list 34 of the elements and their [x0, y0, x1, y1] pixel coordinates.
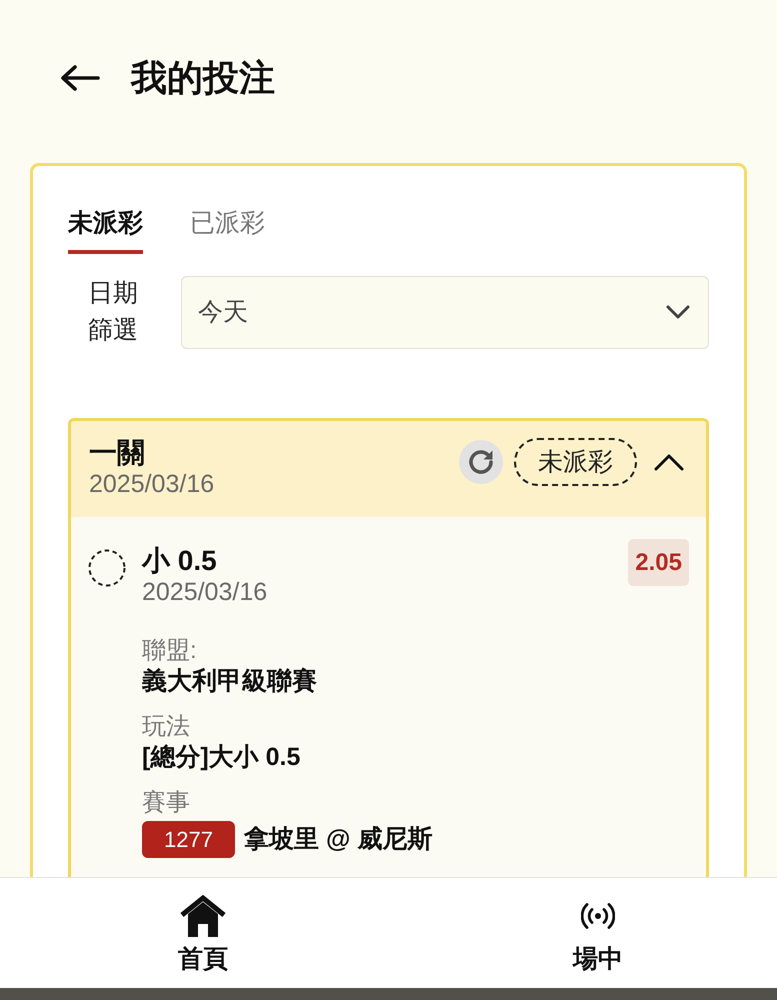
nav-label: 場中: [573, 944, 623, 974]
date-filter-label: 日期篩選: [88, 278, 138, 346]
page-title: 我的投注: [131, 57, 275, 99]
refresh-icon: [466, 447, 496, 477]
match-number-tag: 1277: [142, 821, 235, 858]
nav-label: 首頁: [178, 944, 228, 974]
dashed-circle-icon: [88, 549, 126, 587]
field-label: 玩法: [142, 712, 190, 742]
nav-item[interactable]: 場中: [518, 878, 678, 988]
odds-tag: 2.05: [628, 539, 689, 586]
house-icon: [180, 895, 226, 937]
selection-name: 小 0.5: [142, 545, 217, 577]
date-select[interactable]: 今天: [181, 276, 709, 348]
bet-header[interactable]: 一關 2025/03/16 未派彩: [71, 421, 706, 517]
refresh-button[interactable]: [459, 440, 503, 484]
field-label: 聯盟:: [142, 636, 197, 666]
date-select-value: 今天: [198, 297, 248, 327]
match-teams: 拿坡里 @ 威尼斯: [244, 824, 432, 855]
bet-status-badge: 未派彩: [514, 438, 637, 486]
back-arrow-icon: [60, 65, 100, 91]
selection-date: 2025/03/16: [142, 577, 268, 607]
bet-type: 一關: [89, 437, 145, 469]
tab[interactable]: 未派彩: [68, 166, 143, 254]
field-label: 賽事: [142, 788, 190, 818]
field-value: [總分]大小 0.5: [142, 742, 300, 773]
bet-date: 2025/03/16: [89, 469, 214, 499]
chevron-down-icon: [666, 305, 690, 319]
back-button[interactable]: [60, 65, 100, 91]
nav-item[interactable]: 首頁: [123, 878, 283, 988]
collapse-button[interactable]: [654, 454, 684, 470]
broadcast-icon: [581, 902, 615, 930]
tab[interactable]: 已派彩: [190, 166, 265, 254]
chevron-up-icon: [654, 454, 684, 470]
field-value: 義大利甲級聯賽: [142, 666, 317, 697]
